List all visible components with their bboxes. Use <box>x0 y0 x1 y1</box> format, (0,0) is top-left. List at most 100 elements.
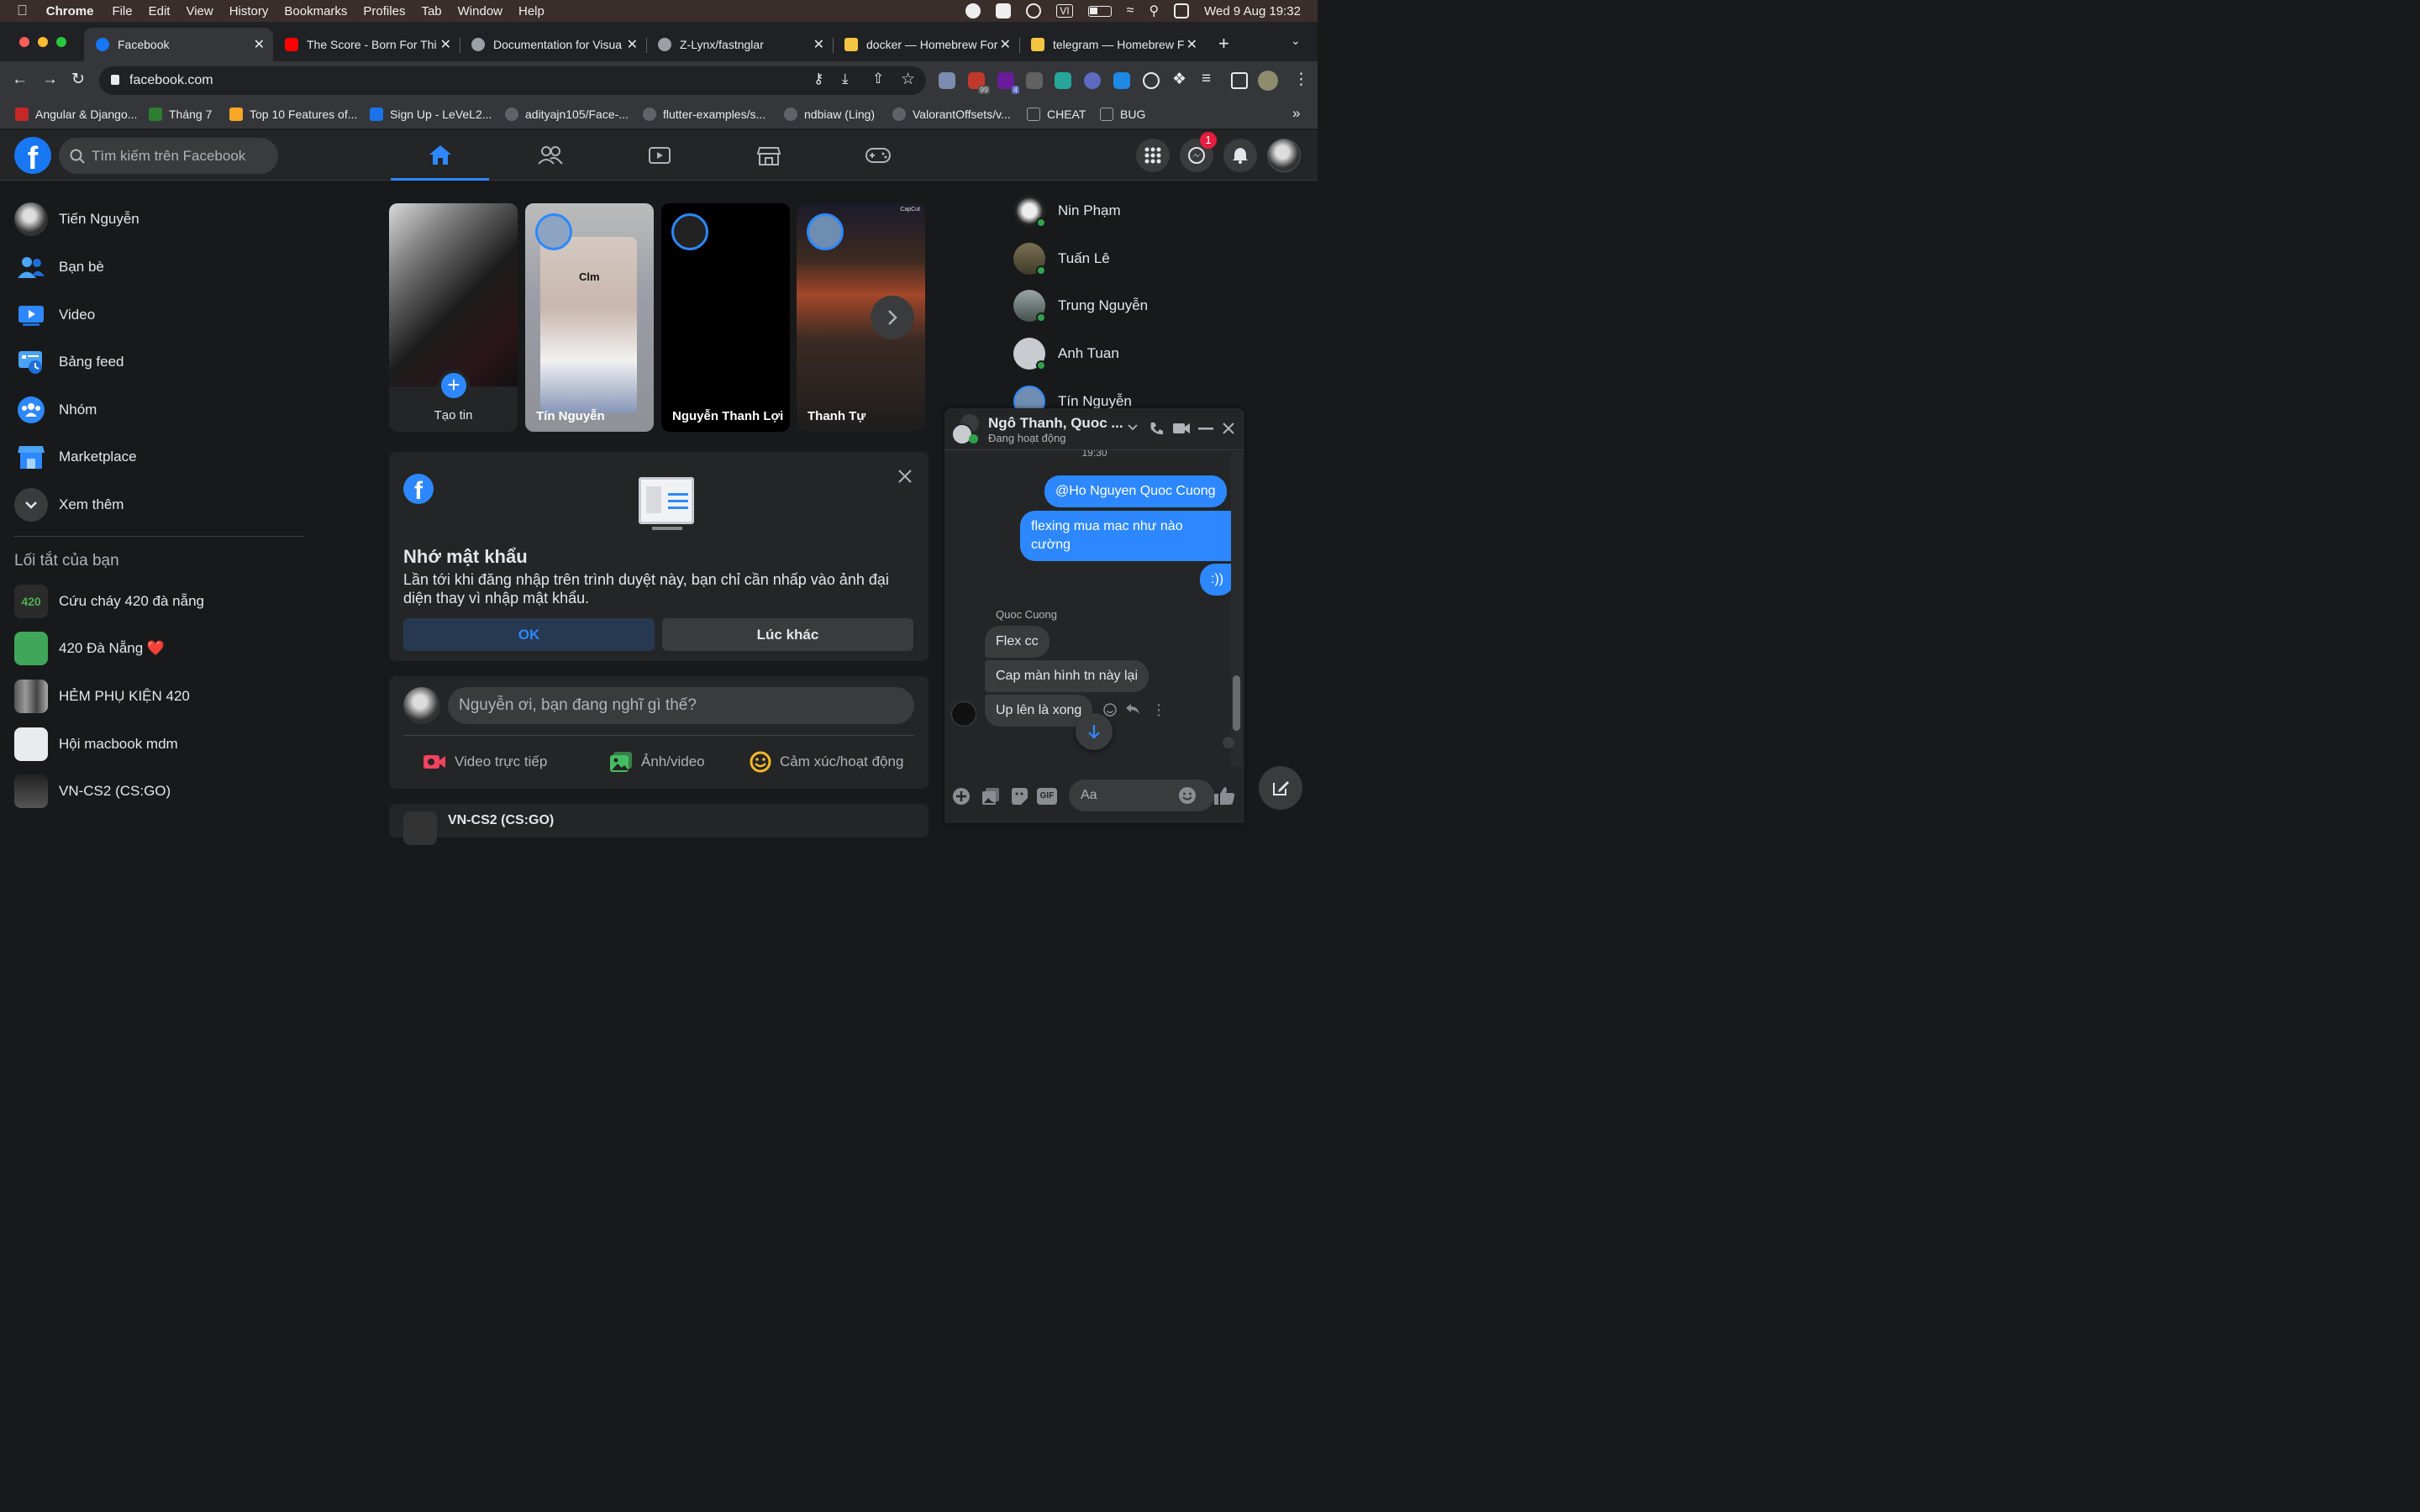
tab-documentation[interactable]: Documentation for Visua ✕ <box>460 28 646 61</box>
menu-file[interactable]: File <box>112 4 132 18</box>
ublock-extension-icon[interactable]: 99 <box>968 72 990 94</box>
bookmark-item[interactable]: ValorantOffsets/v... <box>892 108 1011 121</box>
input-source-indicator[interactable]: VI <box>1056 4 1073 18</box>
nav-home-tab[interactable] <box>391 130 489 181</box>
bookmark-item[interactable]: ndbiaw (Ling) <box>784 108 875 121</box>
bookmark-item[interactable]: Angular & Django... <box>15 108 137 121</box>
menu-help[interactable]: Help <box>518 4 544 18</box>
nav-marketplace-tab[interactable] <box>719 130 818 181</box>
chat-message-sent[interactable]: flexing mua mac như nào cường <box>1020 511 1235 561</box>
forward-arrow-icon[interactable]: → <box>42 71 58 89</box>
close-icon[interactable] <box>897 468 913 485</box>
new-tab-plus-icon[interactable]: + <box>1218 33 1229 55</box>
sidebar-item-friends[interactable]: Bạn bè <box>14 249 104 286</box>
sidebar-item-profile[interactable]: Tiến Nguyễn <box>14 201 139 238</box>
group-thumbnail[interactable] <box>403 811 437 845</box>
avatar[interactable] <box>403 687 440 724</box>
back-arrow-icon[interactable]: ← <box>12 71 28 89</box>
address-bar[interactable]: facebook.com ⚷ ⤓ ⇧ ☆ <box>99 66 926 95</box>
chat-message-received[interactable]: Up lên là xong <box>985 695 1093 727</box>
chat-message-sent[interactable]: :)) <box>1200 564 1235 596</box>
lock-icon[interactable] <box>111 75 119 85</box>
tab-docker[interactable]: docker — Homebrew For ✕ <box>833 28 1019 61</box>
password-key-icon[interactable]: ⚷ <box>813 71 823 87</box>
tab-facebook[interactable]: Facebook ✕ <box>84 28 273 61</box>
tab-github[interactable]: Z-Lynx/fastnglar ✕ <box>646 28 833 61</box>
sidebar-item-groups[interactable]: Nhóm <box>14 391 97 428</box>
chevron-down-icon[interactable] <box>1128 424 1138 431</box>
extension-icon[interactable] <box>939 72 955 89</box>
close-tab-icon[interactable]: ✕ <box>627 36 638 53</box>
create-story-card[interactable]: + Tạo tin <box>389 203 518 432</box>
menu-clock[interactable]: Wed 9 Aug 19:32 <box>1204 4 1301 18</box>
contact-item[interactable]: Tuấn Lê <box>1013 240 1110 277</box>
reading-list-icon[interactable]: ≡ <box>1202 70 1211 88</box>
live-video-button[interactable]: Video trực tiếp <box>423 745 547 779</box>
tab-telegram[interactable]: telegram — Homebrew F ✕ <box>1019 28 1206 61</box>
shortcut-item[interactable]: 420 Cứu cháy 420 đà nẵng <box>14 583 204 620</box>
post-group-title[interactable]: VN-CS2 (CS:GO) <box>448 813 554 828</box>
close-tab-icon[interactable]: ✕ <box>1186 36 1197 53</box>
phone-icon[interactable] <box>1149 421 1164 436</box>
play-status-icon[interactable] <box>1026 3 1042 18</box>
photo-icon[interactable] <box>981 787 1000 806</box>
bookmark-folder[interactable]: BUG <box>1100 108 1145 121</box>
chat-message-received[interactable]: Flex cc <box>985 626 1050 658</box>
wifi-icon[interactable]: ≈ <box>1127 3 1134 18</box>
share-icon[interactable]: ⇧ <box>872 71 884 87</box>
scrollbar-thumb[interactable] <box>1233 675 1240 731</box>
ok-button[interactable]: OK <box>403 618 655 651</box>
chat-message-input[interactable]: Aa <box>1069 780 1214 811</box>
profile-avatar-button[interactable] <box>1267 139 1301 172</box>
extension-icon[interactable] <box>1026 72 1043 89</box>
add-story-plus-icon[interactable]: + <box>438 370 470 402</box>
battery-icon[interactable] <box>1087 5 1112 17</box>
extension-icon[interactable] <box>1113 72 1130 89</box>
apple-icon[interactable]:  <box>17 3 28 19</box>
close-window-button[interactable] <box>19 37 29 47</box>
shortcut-item[interactable]: VN-CS2 (CS:GO) <box>14 773 171 810</box>
zoom-window-button[interactable] <box>56 37 66 47</box>
chat-message-sent[interactable]: @Ho Nguyen Quoc Cuong <box>1044 475 1227 507</box>
minimize-window-button[interactable] <box>38 37 48 47</box>
shortcut-item[interactable]: HẺM PHỤ KIỆN 420 <box>14 678 190 715</box>
menu-app-name[interactable]: Chrome <box>46 4 94 18</box>
tab-youtube[interactable]: The Score - Born For Thi ✕ <box>273 28 460 61</box>
minimize-chat-icon[interactable] <box>1198 428 1213 430</box>
sidebar-see-more-button[interactable]: Xem thêm <box>14 486 124 523</box>
feeling-activity-button[interactable]: Cảm xúc/hoạt động <box>750 745 903 779</box>
chat-header[interactable]: Ngô Thanh, Quoc ... Đang hoạt động <box>944 408 1244 450</box>
menu-window[interactable]: Window <box>458 4 502 18</box>
plus-circle-icon[interactable] <box>952 787 971 806</box>
whats-on-your-mind-input[interactable]: Nguyễn ơi, bạn đang nghĩ gì thế? <box>448 687 914 724</box>
contact-item[interactable]: Nin Phạm <box>1013 192 1121 229</box>
sidebar-item-marketplace[interactable]: Marketplace <box>14 438 137 475</box>
react-emoji-icon[interactable] <box>1103 703 1117 717</box>
more-menu-icon[interactable]: ⋮ <box>1293 70 1309 89</box>
sidebar-item-feed[interactable]: Bảng feed <box>14 344 124 381</box>
bookmark-item[interactable]: flutter-examples/s... <box>643 108 765 121</box>
stories-next-button[interactable] <box>871 296 914 339</box>
story-card[interactable]: Clm Tín Nguyễn <box>525 203 654 432</box>
like-thumb-icon[interactable] <box>1213 785 1235 806</box>
contact-item[interactable]: Anh Tuan <box>1013 335 1119 372</box>
tasks-status-icon[interactable] <box>996 3 1012 18</box>
menu-profiles[interactable]: Profiles <box>363 4 405 18</box>
sidebar-item-video[interactable]: Video <box>14 297 95 333</box>
profile-avatar[interactable] <box>1258 71 1278 91</box>
chat-message-received[interactable]: Cap màn hình tn này lại <box>985 660 1149 692</box>
puzzle-extensions-icon[interactable]: ❖ <box>1172 70 1186 89</box>
video-call-icon[interactable] <box>1172 422 1191 435</box>
menu-tab[interactable]: Tab <box>421 4 441 18</box>
facebook-logo-icon[interactable]: f <box>14 137 51 174</box>
shortcut-item[interactable]: Hội macbook mdm <box>14 726 178 763</box>
shortcut-item[interactable]: 420 Đà Nẵng ❤️ <box>14 630 165 667</box>
side-panel-icon[interactable] <box>1231 72 1248 89</box>
extension-icon[interactable]: 4 <box>997 72 1019 94</box>
photo-video-button[interactable]: Ảnh/video <box>609 745 705 779</box>
bookmark-item[interactable]: Tháng 7 <box>149 108 212 121</box>
sticker-icon[interactable] <box>1010 787 1028 806</box>
new-message-button[interactable] <box>1259 766 1302 810</box>
bookmark-star-icon[interactable]: ☆ <box>901 70 915 89</box>
control-center-icon[interactable] <box>1174 3 1190 18</box>
